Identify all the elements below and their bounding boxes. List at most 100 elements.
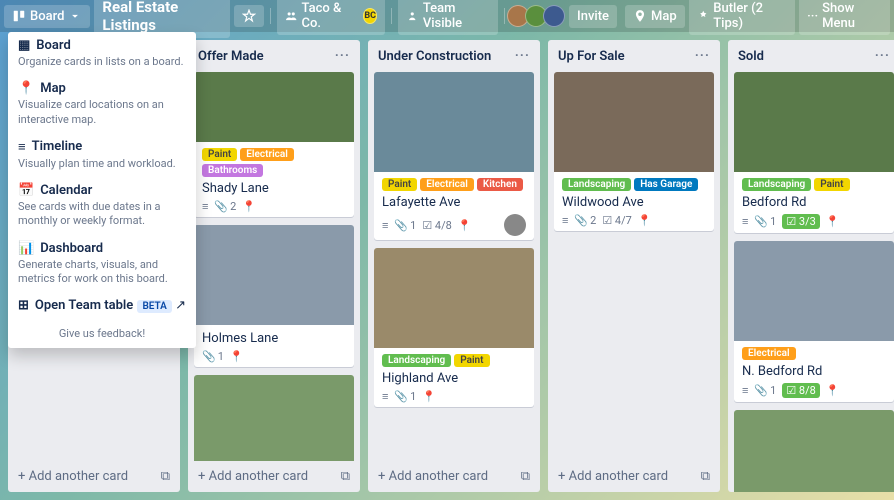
open-team-table-item[interactable]: ⊞Open Team tableBETA ↗	[8, 292, 196, 319]
card-labels: PaintElectrical Bathrooms	[202, 148, 346, 177]
dots-icon: ···	[807, 9, 818, 24]
label[interactable]: Landscaping	[562, 178, 631, 191]
pin-icon	[633, 9, 647, 23]
org-button[interactable]: Taco & Co. BC	[277, 0, 385, 35]
label[interactable]: Bathrooms	[202, 164, 263, 177]
card[interactable]: LandscapingPaintBedford Rd≡📎1☑ 3/3📍	[734, 72, 894, 233]
add-card-label: + Add another card	[558, 469, 668, 484]
list-header[interactable]: Sold ···	[728, 40, 894, 72]
map-button[interactable]: Map	[625, 5, 685, 28]
org-label: Taco & Co.	[302, 1, 357, 31]
list-menu-icon[interactable]: ···	[515, 48, 530, 64]
dropdown-item-desc: Visualize card locations on an interacti…	[18, 98, 186, 127]
paperclip-icon: 📎	[754, 384, 768, 397]
board-icon	[12, 9, 26, 23]
template-icon[interactable]: ⧉	[341, 469, 350, 484]
paperclip-icon: 📎	[754, 215, 768, 228]
paperclip-icon: 📎	[202, 350, 216, 363]
list-body: PaintElectricalKitchenLafayette Ave≡📎1☑ …	[368, 72, 540, 461]
dropdown-item-icon: 📍	[18, 81, 34, 96]
list-body: LandscapingHas GarageWildwood Ave≡📎2☑ 4/…	[548, 72, 720, 461]
add-card-button[interactable]: + Add another card ⧉	[548, 461, 720, 492]
location-icon: 📍	[458, 219, 472, 232]
list-header[interactable]: Offer Made ···	[188, 40, 360, 72]
label[interactable]: Paint	[814, 178, 849, 191]
view-switcher-button[interactable]: Board	[4, 5, 90, 28]
label[interactable]: Has Garage	[634, 178, 698, 191]
description-icon: ≡	[202, 200, 208, 213]
dropdown-item[interactable]: ▦BoardOrganize cards in lists on a board…	[8, 32, 196, 75]
location-icon: 📍	[826, 215, 840, 228]
card[interactable]: PaintElectricalKitchenLafayette Ave≡📎1☑ …	[374, 72, 534, 240]
card-labels: LandscapingPaint	[382, 354, 526, 367]
member-avatars[interactable]	[511, 5, 565, 27]
label[interactable]: Electrical	[420, 178, 474, 191]
external-link-icon: ↗	[175, 298, 186, 313]
avatar[interactable]	[543, 5, 565, 27]
visibility-button[interactable]: Team Visible	[398, 0, 498, 35]
list-title: Offer Made	[198, 49, 264, 64]
invite-button[interactable]: Invite	[569, 5, 617, 28]
dropdown-item[interactable]: 📍MapVisualize card locations on an inter…	[8, 75, 196, 133]
map-label: Map	[651, 9, 677, 24]
label[interactable]: Landscaping	[742, 178, 811, 191]
card-content: PaintElectricalBathroomsShady Lane≡📎2📍	[194, 142, 354, 217]
list-title: Under Construction	[378, 49, 491, 64]
add-card-button[interactable]: + Add another card ⧉	[368, 461, 540, 492]
label[interactable]: Paint	[454, 354, 489, 367]
card-member-avatar[interactable]	[504, 214, 526, 236]
list-title: Sold	[738, 49, 764, 64]
card[interactable]: LandscapingHas GarageWildwood Ave≡📎2☑ 4/…	[554, 72, 714, 231]
card[interactable]	[734, 410, 894, 492]
list-menu-icon[interactable]: ···	[695, 48, 710, 64]
card[interactable]: Holmes Lane📎1📍	[194, 225, 354, 367]
add-card-button[interactable]: + Add another card ⧉	[188, 461, 360, 492]
label[interactable]: Electrical	[240, 148, 294, 161]
list-menu-icon[interactable]: ···	[875, 48, 890, 64]
dropdown-item-icon: 📅	[18, 183, 34, 198]
card-badges: ≡📎2📍	[202, 200, 346, 213]
card[interactable]: PaintElectricalBathroomsShady Lane≡📎2📍	[194, 72, 354, 217]
dropdown-item-icon: 📊	[18, 241, 34, 256]
paperclip-icon: 📎	[394, 219, 408, 232]
card[interactable]: LandscapingPaintHighland Ave≡📎1📍	[374, 248, 534, 407]
feedback-link[interactable]: Give us feedback!	[8, 319, 196, 348]
card[interactable]: LandscapingPaintKitchenHalstead Ave≡📎2📍	[194, 375, 354, 461]
list-title: Up For Sale	[558, 49, 625, 64]
add-card-button[interactable]: + Add another card⧉	[8, 461, 180, 492]
label[interactable]: Paint	[382, 178, 417, 191]
butler-button[interactable]: Butler (2 Tips)	[689, 0, 795, 35]
dropdown-item[interactable]: 📊DashboardGenerate charts, visuals, and …	[8, 235, 196, 293]
list-header[interactable]: Under Construction ···	[368, 40, 540, 72]
card-content: LandscapingPaintBedford Rd≡📎1☑ 3/3📍	[734, 172, 894, 233]
card-badges: 📎1📍	[202, 350, 346, 363]
dropdown-item-desc: Visually plan time and workload.	[18, 157, 186, 171]
view-switcher-label: Board	[30, 9, 64, 24]
list-header[interactable]: Up For Sale ···	[548, 40, 720, 72]
label[interactable]: Landscaping	[382, 354, 451, 367]
dropdown-item[interactable]: ≡Timeline Visually plan time and workload…	[8, 133, 196, 177]
add-card-label: + Add another card	[378, 469, 488, 484]
dropdown-item-title: 📊Dashboard	[18, 241, 186, 256]
show-menu-button[interactable]: ··· Show Menu	[799, 0, 890, 35]
description-icon: ≡	[562, 214, 568, 227]
star-button[interactable]	[234, 5, 264, 27]
add-card-label: + Add another card	[198, 469, 308, 484]
dropdown-item-title: ≡Timeline	[18, 139, 186, 155]
card[interactable]: ElectricalN. Bedford Rd≡📎1☑ 8/8📍	[734, 241, 894, 402]
list: Offer Made···PaintElectricalBathroomsSha…	[188, 40, 360, 492]
label[interactable]: Kitchen	[477, 178, 523, 191]
template-icon[interactable]: ⧉	[701, 469, 710, 484]
label[interactable]: Paint	[202, 148, 237, 161]
card-cover	[194, 72, 354, 142]
template-icon[interactable]: ⧉	[521, 469, 530, 484]
template-icon[interactable]: ⧉	[161, 469, 170, 484]
dropdown-item[interactable]: 📅CalendarSee cards with due dates in a m…	[8, 177, 196, 235]
list-menu-icon[interactable]: ···	[335, 48, 350, 64]
checklist-badge: ☑ 4/7	[602, 214, 632, 227]
card-labels: Electrical	[742, 347, 886, 360]
card-cover	[734, 72, 894, 172]
label[interactable]: Electrical	[742, 347, 796, 360]
list: Up For Sale ··· LandscapingHas GarageWildw…	[548, 40, 720, 492]
attachment-badge: 📎1	[754, 215, 776, 228]
